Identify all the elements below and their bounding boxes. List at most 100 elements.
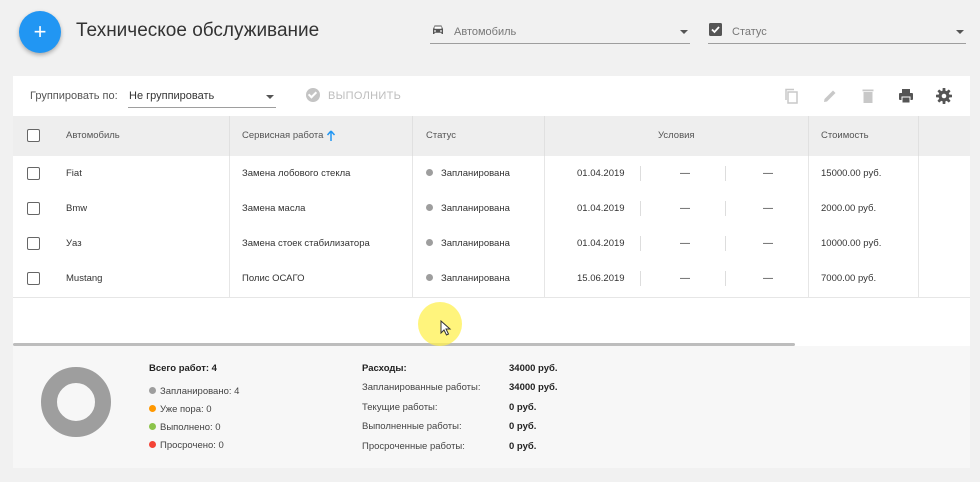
legend-dot <box>149 423 156 430</box>
cell-condition-2: — <box>763 203 773 214</box>
cell-divider <box>725 236 726 251</box>
status-text: Запланирована <box>441 238 510 249</box>
table-row[interactable]: Bmw Замена масла Запланирована 01.04.201… <box>13 191 970 226</box>
cell-cost: 2000.00 руб. <box>821 203 877 214</box>
cell-service: Замена масла <box>242 203 306 214</box>
column-divider <box>544 116 545 156</box>
car-filter[interactable]: Автомобиль <box>430 22 690 44</box>
chevron-down-icon <box>956 30 964 34</box>
row-checkbox[interactable] <box>27 167 40 180</box>
summary-panel: Всего работ: 4 Запланировано: 4 Уже пора… <box>13 346 970 468</box>
status-donut-chart <box>41 367 111 437</box>
table-row[interactable]: Mustang Полис ОСАГО Запланирована 15.06.… <box>13 261 970 296</box>
expenses-value: 34000 руб. <box>509 363 558 374</box>
maintenance-card: Группировать по: Не группировать ВЫПОЛНИ… <box>13 76 970 346</box>
status-filter[interactable]: Статус <box>708 22 966 44</box>
status-dot <box>426 168 433 176</box>
add-button[interactable]: + <box>19 11 61 53</box>
row-checkbox[interactable] <box>27 237 40 250</box>
legend-label: Запланировано: 4 <box>160 386 240 397</box>
cell-cost: 10000.00 руб. <box>821 238 882 249</box>
settings-icon[interactable] <box>935 87 953 105</box>
legend-due: Уже пора: 0 <box>149 404 212 415</box>
column-cost[interactable]: Стоимость <box>821 116 869 156</box>
cell-date: 01.04.2019 <box>577 238 625 249</box>
print-icon[interactable] <box>897 87 915 105</box>
sort-ascending-icon[interactable] <box>326 130 336 142</box>
cell-status: Запланирована <box>426 156 510 191</box>
cell-car: Bmw <box>66 203 88 214</box>
cell-condition-1: — <box>680 238 690 249</box>
table-header: Автомобиль Сервисная работа Статус Услов… <box>13 116 970 156</box>
cell-condition-2: — <box>763 238 773 249</box>
delete-icon[interactable] <box>859 87 877 105</box>
table-row[interactable]: Fiat Замена лобового стекла Запланирован… <box>13 156 970 191</box>
cell-condition-1: — <box>680 273 690 284</box>
cell-status: Запланирована <box>426 261 510 296</box>
column-divider <box>412 116 413 156</box>
cell-car: Уаз <box>66 238 82 249</box>
column-conditions[interactable]: Условия <box>658 116 695 156</box>
overdue-expenses-value: 0 руб. <box>509 441 537 452</box>
cell-divider <box>640 201 641 216</box>
legend-dot <box>149 387 156 394</box>
column-divider <box>918 116 919 156</box>
cell-divider <box>640 166 641 181</box>
cell-divider <box>725 201 726 216</box>
chevron-down-icon <box>266 95 274 99</box>
row-checkbox[interactable] <box>27 272 40 285</box>
select-all-checkbox[interactable] <box>27 129 40 142</box>
cell-divider <box>725 166 726 181</box>
cell-cost: 7000.00 руб. <box>821 273 877 284</box>
cell-condition-2: — <box>763 168 773 179</box>
status-dot <box>426 203 433 211</box>
column-status[interactable]: Статус <box>426 116 456 156</box>
current-expenses-label: Текущие работы: <box>362 402 438 413</box>
run-button-label: ВЫПОЛНИТЬ <box>328 90 402 102</box>
status-filter-label: Статус <box>732 26 767 38</box>
row-checkbox[interactable] <box>27 202 40 215</box>
cell-car: Mustang <box>66 273 103 284</box>
edit-icon[interactable] <box>821 87 839 105</box>
cell-condition-1: — <box>680 203 690 214</box>
total-works: Всего работ: 4 <box>149 363 217 374</box>
cell-divider <box>640 236 641 251</box>
table-bottom-border <box>13 297 970 298</box>
planned-expenses-value: 34000 руб. <box>509 382 558 393</box>
check-circle-icon <box>306 88 320 102</box>
cell-service: Полис ОСАГО <box>242 273 305 284</box>
cell-service: Замена стоек стабилизатора <box>242 238 370 249</box>
cell-car: Fiat <box>66 168 82 179</box>
car-filter-label: Автомобиль <box>454 26 517 38</box>
done-expenses-label: Выполненные работы: <box>362 421 462 432</box>
mouse-cursor-icon <box>440 320 452 336</box>
cell-date: 01.04.2019 <box>577 168 625 179</box>
cell-cost: 15000.00 руб. <box>821 168 882 179</box>
cell-condition-1: — <box>680 168 690 179</box>
page-title: Техническое обслуживание <box>76 20 320 41</box>
legend-planned: Запланировано: 4 <box>149 386 239 397</box>
table-row[interactable]: Уаз Замена стоек стабилизатора Запланиро… <box>13 226 970 261</box>
cell-date: 15.06.2019 <box>577 273 625 284</box>
copy-icon[interactable] <box>783 87 801 105</box>
status-dot <box>426 273 433 281</box>
toolbar: Группировать по: Не группировать ВЫПОЛНИ… <box>13 76 970 116</box>
checkbox-icon <box>709 23 722 36</box>
column-car[interactable]: Автомобиль <box>66 116 120 156</box>
legend-dot <box>149 405 156 412</box>
column-service[interactable]: Сервисная работа <box>242 116 323 156</box>
chevron-down-icon <box>680 30 688 34</box>
group-by-select[interactable]: Не группировать <box>128 84 276 108</box>
column-divider <box>808 116 809 156</box>
status-dot <box>426 238 433 246</box>
legend-label: Уже пора: 0 <box>160 404 212 415</box>
legend-dot <box>149 441 156 448</box>
done-expenses-value: 0 руб. <box>509 421 537 432</box>
car-icon <box>433 25 443 34</box>
cell-status: Запланирована <box>426 226 510 261</box>
status-text: Запланирована <box>441 273 510 284</box>
cell-divider <box>640 271 641 286</box>
legend-overdue: Просрочено: 0 <box>149 440 224 451</box>
cell-divider <box>725 271 726 286</box>
planned-expenses-label: Запланированные работы: <box>362 382 481 393</box>
